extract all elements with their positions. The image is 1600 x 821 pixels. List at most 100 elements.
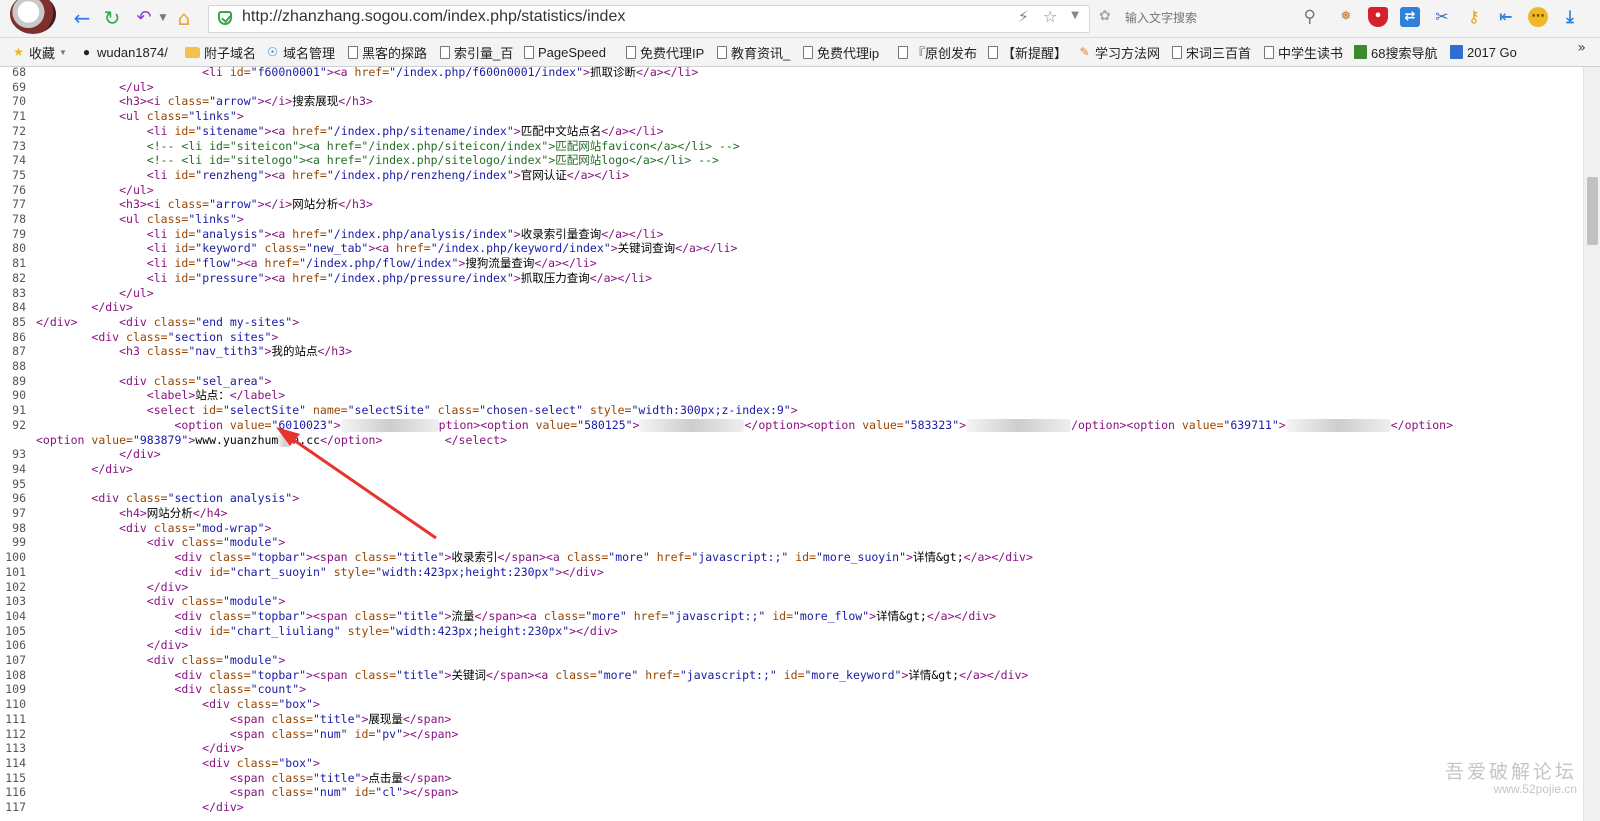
address-bar[interactable]: http://zhanzhang.sogou.com/index.php/sta…	[208, 5, 1090, 33]
code-token: "num"	[312, 785, 348, 800]
code-token: >	[299, 682, 307, 697]
code-token: </div>	[202, 741, 244, 756]
code-token: class=	[209, 682, 251, 697]
bookmark-item[interactable]: 宋词三百首	[1172, 42, 1251, 62]
code-token: 网站分析	[292, 197, 339, 212]
url-text[interactable]: http://zhanzhang.sogou.com/index.php/sta…	[242, 8, 625, 26]
code-token: </a></li>	[675, 241, 738, 256]
lightning-icon[interactable]: ⚡	[1018, 7, 1029, 26]
home-icon[interactable]: ⌂	[172, 6, 196, 30]
line-number: 111	[5, 711, 26, 726]
bookmark-item[interactable]: 免费代理ip	[803, 42, 879, 62]
search-icon[interactable]: ⚲	[1304, 7, 1316, 27]
code-token: 展现量	[368, 711, 403, 726]
smiley-icon[interactable]: ⋯	[1528, 7, 1548, 27]
bookmark-item[interactable]: 免费代理IP	[626, 42, 704, 62]
bookmark-item[interactable]: 黑客的探路	[348, 42, 427, 62]
source-code: <li id="keyword" class="new_tab"><a href…	[36, 241, 738, 256]
bookmark-item[interactable]: 68搜索导航	[1354, 42, 1437, 62]
bookmark-item[interactable]: 2017 Go	[1450, 42, 1517, 62]
code-token: "javascript:;"	[679, 667, 777, 682]
source-code: <label>站点：</label>	[36, 388, 285, 402]
bookmark-item[interactable]: PageSpeed	[524, 42, 606, 62]
extension-bear-icon[interactable]: ❅	[1336, 7, 1356, 27]
refresh-icon[interactable]: ↻	[100, 6, 124, 30]
user-avatar[interactable]	[10, 0, 56, 34]
bookmark-favorites[interactable]: ★ 收藏 ▼	[12, 42, 67, 62]
download-icon[interactable]: ⤓	[1560, 7, 1580, 27]
code-token: >	[292, 314, 300, 329]
translate-icon[interactable]: ⇄	[1400, 7, 1420, 27]
source-line: 82 <li id="pressure"><a href="/index.php…	[0, 271, 652, 286]
source-line: 84 </div>	[0, 300, 133, 315]
page-source-view[interactable]: 68 <li id="f600n0001"><a href="/index.ph…	[0, 67, 1583, 821]
code-token: class=	[271, 711, 313, 726]
search-input[interactable]	[1123, 8, 1287, 28]
bookmark-item[interactable]: 中学生读书	[1264, 42, 1343, 62]
line-number: 110	[5, 697, 26, 712]
code-token: <div	[146, 594, 182, 609]
exit-icon[interactable]: ⇤	[1496, 7, 1516, 27]
extension-icons: ❅ • ⇄ ✂ ⚷ ⇤ ⋯ ⤓	[1336, 7, 1580, 27]
page-icon	[1264, 45, 1274, 59]
back-icon[interactable]: ←	[70, 6, 94, 30]
code-token: </option><option	[744, 417, 863, 432]
code-token: "/index.php/analysis/index"	[326, 226, 514, 241]
source-line: 78 <ul class="links">	[0, 212, 244, 227]
line-number: 112	[5, 726, 26, 741]
bookmark-item[interactable]: ☉ 域名管理	[266, 42, 335, 62]
code-token: <h3	[119, 344, 147, 359]
bookmark-item[interactable]: ● wudan1874/	[80, 42, 168, 62]
code-token: ></span>	[403, 785, 459, 800]
code-token: "mod-wrap"	[195, 520, 265, 535]
source-line: 116 <span class="num" id="cl"></span>	[0, 785, 458, 800]
bookmark-item[interactable]: 索引量_百	[440, 42, 513, 62]
code-token: <select	[146, 403, 203, 418]
code-token: class=	[153, 520, 196, 535]
address-dropdown-icon[interactable]: ▼	[1071, 7, 1079, 26]
source-code: </ul>	[36, 80, 154, 94]
search-box: ✿ ⚲	[1095, 5, 1320, 31]
source-code: <option value="6010023"> ption><option va…	[36, 418, 1453, 432]
scrollbar-thumb[interactable]	[1587, 177, 1598, 245]
line-number: 100	[5, 550, 26, 565]
source-code: <div id="chart_suoyin" style="width:423p…	[36, 565, 603, 579]
source-code: <div class="box">	[36, 756, 320, 770]
source-code: <div id="chart_liuliang" style="width:42…	[36, 624, 617, 638]
line-number: 99	[12, 535, 26, 550]
bookmark-item[interactable]: 『原创发布	[898, 42, 977, 62]
code-token: id=	[776, 667, 805, 682]
bookmark-item[interactable]: ✎ 学习方法网	[1078, 42, 1160, 62]
bookmark-item[interactable]: 【新提醒】	[988, 42, 1067, 62]
key-icon[interactable]: ⚷	[1464, 7, 1484, 27]
bookmarks-overflow-button[interactable]: »	[1577, 40, 1586, 56]
source-line: 112 <span class="num" id="pv"></span>	[0, 727, 458, 742]
favorite-star-icon[interactable]: ☆	[1043, 7, 1057, 26]
line-number: 102	[5, 579, 26, 594]
code-token: <h3><i	[119, 94, 168, 109]
code-token: "topbar"	[250, 667, 307, 682]
page-icon	[524, 45, 534, 59]
line-number: 97	[12, 506, 26, 520]
adblock-shield-icon[interactable]: •	[1368, 7, 1388, 27]
code-token: <span	[229, 785, 272, 800]
line-number: 71	[12, 109, 26, 124]
code-token: </div>	[119, 447, 161, 462]
code-token: "title"	[396, 608, 445, 623]
bookmark-item[interactable]: 教育资讯_	[717, 42, 790, 62]
code-token: >	[264, 373, 272, 388]
redacted-text	[278, 433, 293, 447]
source-code: </div>	[36, 638, 189, 652]
vertical-scrollbar[interactable]	[1583, 67, 1600, 821]
code-token: ><span	[306, 608, 355, 623]
code-token: "/index.php/pressure/index"	[326, 270, 514, 285]
code-token: <div	[119, 520, 154, 535]
scissors-icon[interactable]: ✂	[1432, 7, 1452, 27]
source-code: <div class="section sites">	[36, 330, 278, 344]
code-token: </span>	[402, 770, 452, 785]
code-token: ><a	[264, 167, 293, 182]
source-line: 85 </div> <div class="end my-sites">	[0, 315, 299, 330]
bookmark-item[interactable]: 附子域名	[185, 42, 256, 62]
code-token: ></i>	[257, 94, 293, 109]
